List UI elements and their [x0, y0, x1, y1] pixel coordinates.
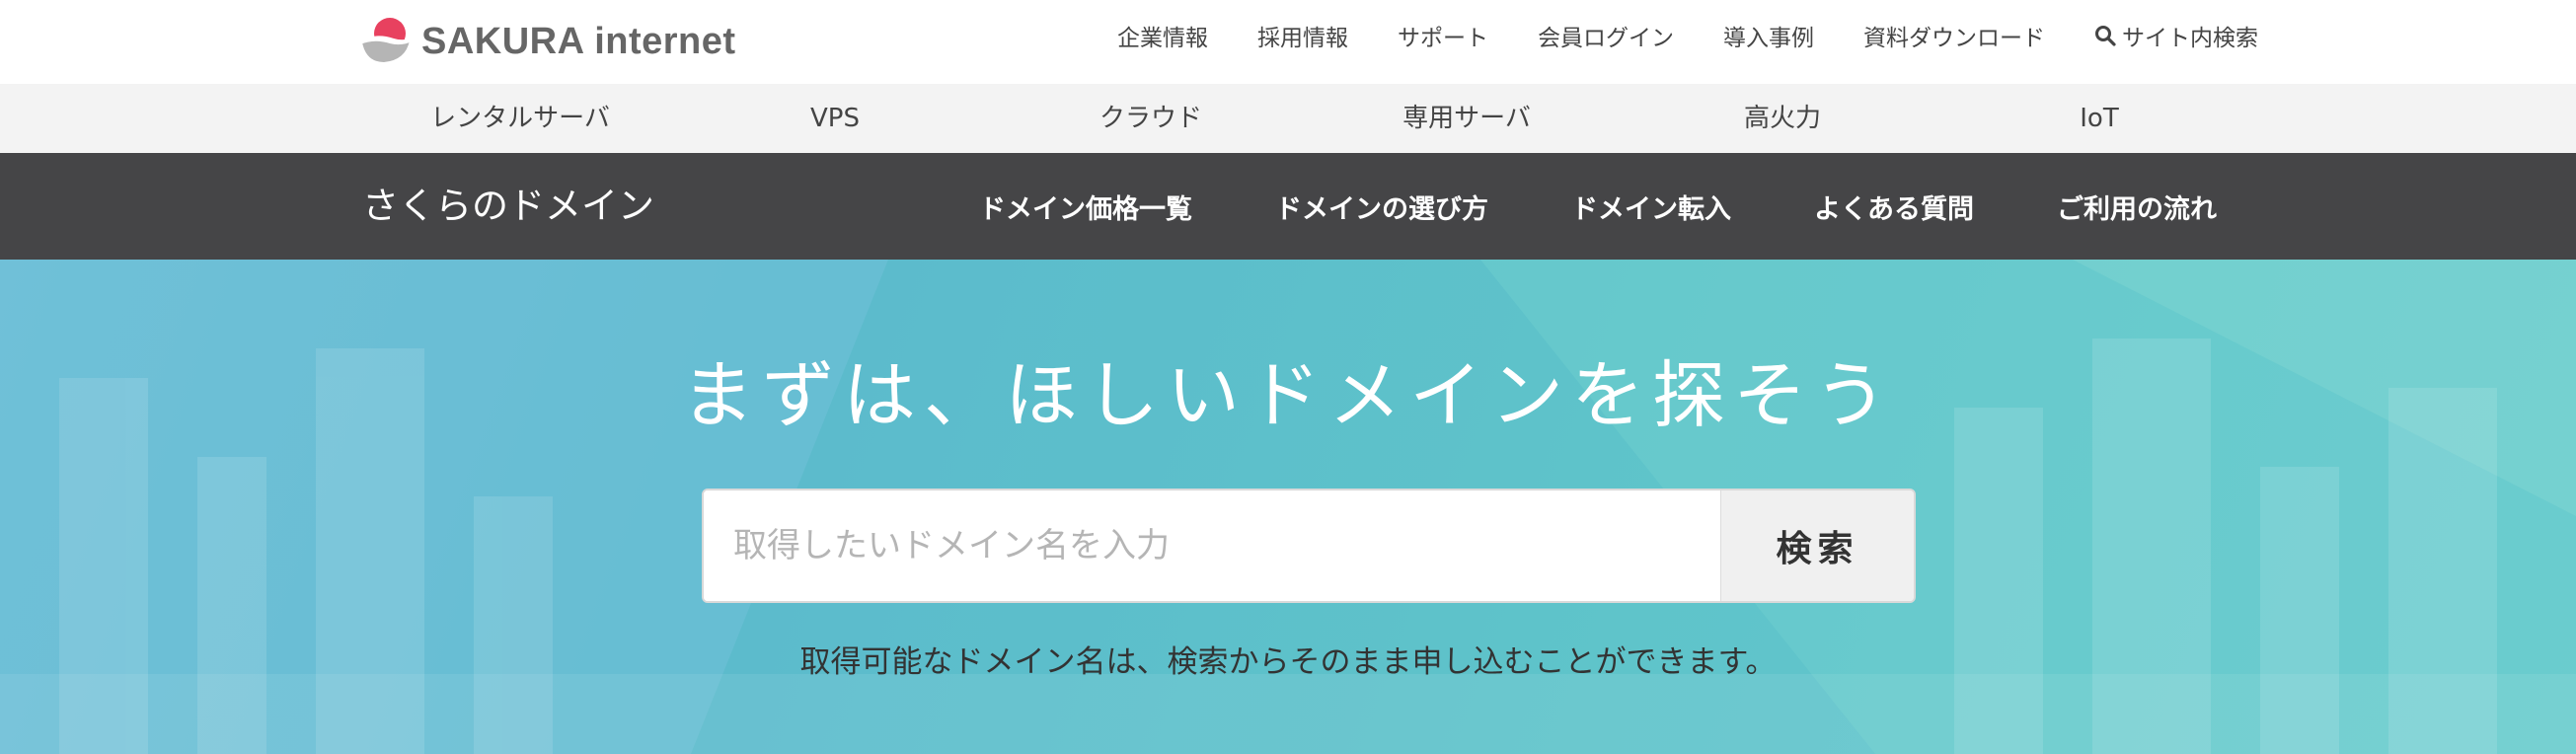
util-link-site-search[interactable]: サイト内検索 — [2094, 19, 2258, 52]
util-link-support[interactable]: サポート — [1398, 19, 1488, 52]
sakura-internet-logo[interactable]: SAKURA internet — [360, 12, 736, 71]
hero-section: まずは、ほしいドメインを探そう 検索 取得可能なドメイン名は、検索からそのまま申… — [0, 260, 2576, 754]
search-icon — [2094, 25, 2116, 46]
domain-link-price-list[interactable]: ドメイン価格一覧 — [979, 188, 1192, 226]
service-tab-cloud[interactable]: クラウド — [1099, 84, 1202, 153]
service-tab-iot[interactable]: IoT — [2080, 84, 2118, 153]
util-link-company[interactable]: 企業情報 — [1117, 19, 1208, 52]
logo-text: SAKURA internet — [421, 20, 736, 62]
sakura-logo-icon — [360, 17, 412, 66]
top-header: SAKURA internet 企業情報 採用情報 サポート 会員ログイン 導入… — [0, 0, 2576, 84]
domain-link-faq[interactable]: よくある質問 — [1814, 188, 1974, 226]
service-tab-dedicated-server[interactable]: 専用サーバ — [1402, 84, 1531, 153]
util-link-downloads[interactable]: 資料ダウンロード — [1863, 19, 2045, 52]
site-search-label: サイト内検索 — [2122, 26, 2258, 51]
domain-nav: さくらのドメイン ドメイン価格一覧 ドメインの選び方 ドメイン転入 よくある質問… — [0, 153, 2576, 260]
hero-note: 取得可能なドメイン名は、検索からそのまま申し込むことができます。 — [799, 644, 1777, 680]
hero-headline: まずは、ほしいドメインを探そう — [681, 353, 1895, 438]
service-tab-rental-server[interactable]: レンタルサーバ — [430, 84, 610, 153]
service-tab-vps[interactable]: VPS — [810, 84, 860, 153]
domain-link-how-to-choose[interactable]: ドメインの選び方 — [1275, 188, 1488, 226]
service-nav: レンタルサーバ VPS クラウド 専用サーバ 高火力 IoT — [0, 84, 2576, 153]
domain-links: ドメイン価格一覧 ドメインの選び方 ドメイン転入 よくある質問 ご利用の流れ — [896, 153, 2217, 260]
domain-search-input[interactable] — [704, 490, 1720, 601]
util-link-case-studies[interactable]: 導入事例 — [1723, 19, 1814, 52]
search-button[interactable]: 検索 — [1720, 490, 1914, 601]
service-tab-high-power[interactable]: 高火力 — [1744, 84, 1821, 153]
utility-nav: 企業情報 採用情報 サポート 会員ログイン 導入事例 資料ダウンロード サイト内… — [1068, 0, 2258, 71]
util-link-member-login[interactable]: 会員ログイン — [1538, 19, 1674, 52]
domain-link-transfer[interactable]: ドメイン転入 — [1571, 188, 1731, 226]
util-link-recruit[interactable]: 採用情報 — [1257, 19, 1348, 52]
domain-link-usage-flow[interactable]: ご利用の流れ — [2057, 188, 2217, 226]
domain-search-form: 検索 — [702, 489, 1916, 603]
domain-section-title[interactable]: さくらのドメイン — [362, 153, 654, 260]
